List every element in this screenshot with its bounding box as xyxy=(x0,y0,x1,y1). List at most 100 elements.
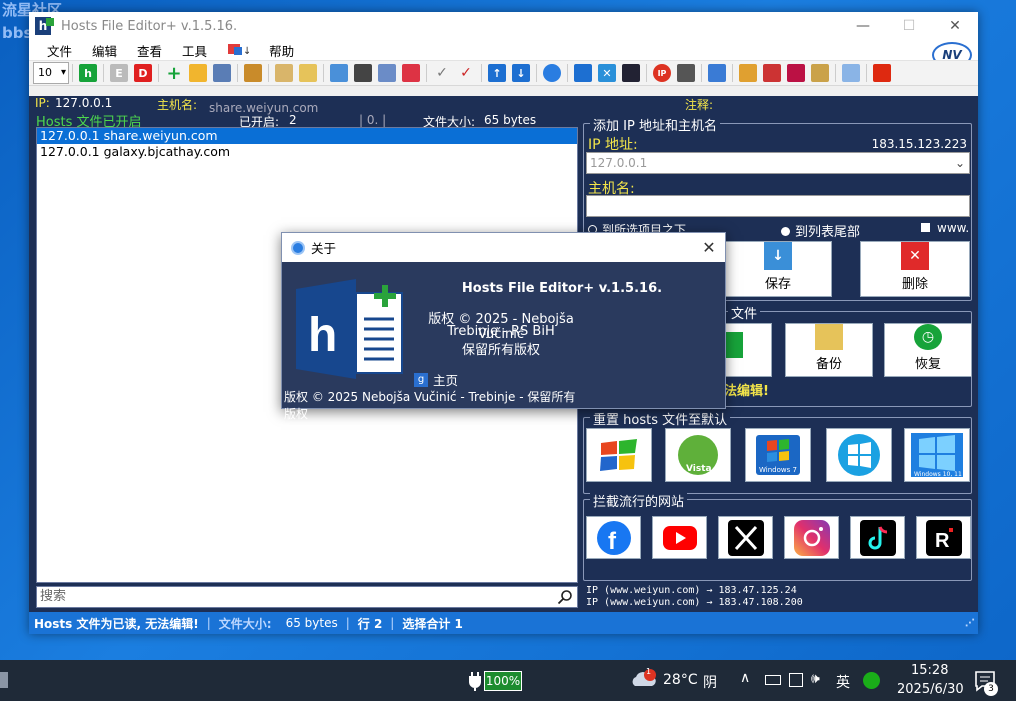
box-icon[interactable] xyxy=(787,64,805,82)
menu-tools[interactable]: 工具 xyxy=(172,41,217,60)
roblox-icon: R xyxy=(925,519,962,556)
about-title-bar[interactable]: 关于 ✕ xyxy=(282,233,725,262)
block-x-icon[interactable]: ✕ xyxy=(598,64,616,82)
about-close-button[interactable]: ✕ xyxy=(699,237,719,257)
block-tiktok-button[interactable] xyxy=(850,516,905,559)
list-item[interactable]: 127.0.0.1 galaxy.bjcathay.com xyxy=(37,144,577,160)
open-folder-icon[interactable] xyxy=(189,64,207,82)
menu-language[interactable]: ↓ xyxy=(217,42,259,59)
block-facebook-button[interactable]: f xyxy=(586,516,641,559)
menu-view[interactable]: 查看 xyxy=(127,41,172,60)
d-icon[interactable]: D xyxy=(134,64,152,82)
flag-cn-icon[interactable] xyxy=(873,64,891,82)
backup-icon xyxy=(815,324,843,350)
toolbar-separator xyxy=(567,64,568,82)
tray-device-icon[interactable] xyxy=(765,675,781,685)
block-roblox-button[interactable]: R xyxy=(916,516,971,559)
title-bar[interactable]: h Hosts File Editor+ v.1.5.16. — ☐ ✕ xyxy=(29,12,978,40)
weather-cloud-icon[interactable] xyxy=(629,668,657,690)
minimize-button[interactable]: — xyxy=(840,12,886,40)
window-title: Hosts File Editor+ v.1.5.16. xyxy=(61,18,238,34)
fullscreen-icon[interactable] xyxy=(842,64,860,82)
backup-button[interactable]: 备份 xyxy=(785,323,873,377)
move-down-icon[interactable]: ↓ xyxy=(512,64,530,82)
battery-indicator[interactable]: 100% xyxy=(484,671,522,691)
x-icon xyxy=(727,519,764,556)
folder-icon[interactable] xyxy=(299,64,317,82)
hostname-input[interactable] xyxy=(586,195,970,217)
radio-end-of-list[interactable]: 到列表尾部 xyxy=(781,221,860,240)
reset-win7-button[interactable]: Windows 7 xyxy=(745,428,811,482)
tools-icon[interactable] xyxy=(763,64,781,82)
reset-win8-button[interactable] xyxy=(826,428,892,482)
block-x-button[interactable] xyxy=(718,516,773,559)
ime-indicator[interactable]: 英 xyxy=(836,672,850,692)
e-icon[interactable]: E xyxy=(110,64,128,82)
toolbar-separator xyxy=(866,64,867,82)
menu-file[interactable]: 文件 xyxy=(37,41,82,60)
ip-address-combobox[interactable]: 127.0.0.1 ⌄ xyxy=(586,152,970,174)
weather-temp[interactable]: 28°C xyxy=(663,672,698,688)
shield-icon[interactable] xyxy=(574,64,592,82)
list-item[interactable]: 127.0.0.1 share.weiyun.com xyxy=(37,128,577,144)
radio2-label: 到列表尾部 xyxy=(795,225,861,240)
tray-network-icon[interactable] xyxy=(789,673,803,687)
copy-icon[interactable] xyxy=(378,64,396,82)
ip-address-label: IP 地址: xyxy=(588,137,638,153)
clean-icon[interactable] xyxy=(739,64,757,82)
block-instagram-button[interactable] xyxy=(784,516,839,559)
tray-wechat-icon[interactable] xyxy=(863,672,880,689)
resize-grip-icon[interactable]: ⋰ xyxy=(965,618,975,629)
www-label: www. xyxy=(937,221,970,235)
edit-note-icon[interactable] xyxy=(275,64,293,82)
wand-icon[interactable] xyxy=(244,64,262,82)
globe-icon[interactable] xyxy=(543,64,561,82)
youtube-icon xyxy=(662,525,697,550)
ip-icon[interactable]: IP xyxy=(653,64,671,82)
dns-icon[interactable] xyxy=(677,64,695,82)
reset-win10-11-button[interactable]: Windows 10, 11 xyxy=(904,428,970,482)
taskbar-edge-icon[interactable] xyxy=(0,672,8,688)
clock-time[interactable]: 15:28 xyxy=(911,663,948,678)
block-youtube-button[interactable] xyxy=(652,516,707,559)
list-icon[interactable] xyxy=(330,64,348,82)
www-checkbox[interactable]: www. xyxy=(921,221,969,235)
tray-chevron-up-icon[interactable]: ∧ xyxy=(740,670,750,686)
paste-icon[interactable] xyxy=(354,64,372,82)
status-separator: | xyxy=(206,616,211,630)
windows-7-icon: Windows 7 xyxy=(756,435,800,475)
toolbar-separator xyxy=(646,64,647,82)
restore-button[interactable]: ◷ 恢复 xyxy=(884,323,972,377)
check-gray-icon[interactable]: ✓ xyxy=(433,64,451,82)
status-separator: | xyxy=(345,616,350,630)
hostname-label: 主机名: xyxy=(157,98,198,112)
search-input[interactable]: 搜索 xyxy=(36,586,578,608)
save-button[interactable]: ↓ 保存 xyxy=(724,241,832,297)
add-icon[interactable]: + xyxy=(165,63,183,84)
menu-help[interactable]: 帮助 xyxy=(259,41,304,60)
lock-icon[interactable] xyxy=(811,64,829,82)
maximize-button[interactable]: ☐ xyxy=(886,12,932,40)
reset-vista-button[interactable]: Vista xyxy=(665,428,731,482)
screen-icon[interactable] xyxy=(708,64,726,82)
clear-icon[interactable] xyxy=(402,64,420,82)
tray-volume-icon[interactable]: 🕪 xyxy=(811,671,820,687)
network-icon[interactable] xyxy=(622,64,640,82)
reset-xp-button[interactable] xyxy=(586,428,652,482)
hosts-h-icon[interactable]: h xyxy=(79,64,97,82)
check-red-icon[interactable]: ✓ xyxy=(457,64,475,82)
search-icon[interactable] xyxy=(557,589,573,605)
menu-edit[interactable]: 编辑 xyxy=(82,41,127,60)
save-disk-icon[interactable] xyxy=(213,64,231,82)
font-size-select[interactable]: 10 xyxy=(33,62,69,84)
delete-button[interactable]: ✕ 删除 xyxy=(860,241,970,297)
close-button[interactable]: ✕ xyxy=(932,12,978,40)
toolbar-separator xyxy=(732,64,733,82)
ip-log-line: IP (www.weiyun.com) → 183.47.125.24 xyxy=(586,585,797,596)
facebook-icon: f xyxy=(596,520,631,555)
homepage-link[interactable]: g 主页 xyxy=(414,370,458,389)
svg-text:f: f xyxy=(608,528,617,555)
delete-icon: ✕ xyxy=(901,242,929,270)
move-up-icon[interactable]: ↑ xyxy=(488,64,506,82)
clock-date[interactable]: 2025/6/30 xyxy=(897,682,964,697)
